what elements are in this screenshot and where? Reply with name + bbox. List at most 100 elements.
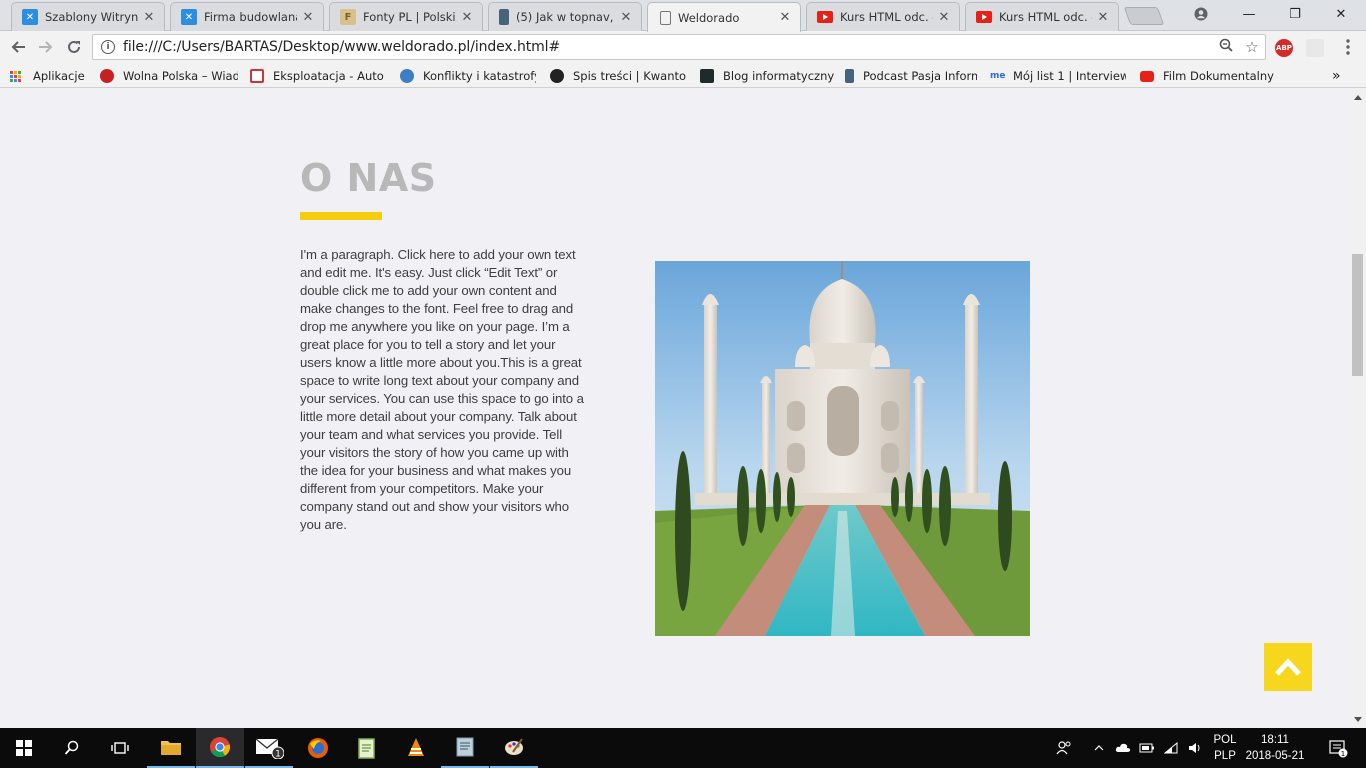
tab-title: Firma budowlana Szablon [204, 10, 297, 24]
info-icon[interactable]: i [101, 40, 115, 54]
tab-title: (5) Jak w topnav, robić [516, 10, 615, 24]
blog-icon [700, 69, 714, 83]
tab-close-button[interactable]: ✕ [619, 10, 633, 25]
bookmark-eksploatacja[interactable]: Eksploatacja - Auto Świat [250, 67, 386, 85]
people-icon[interactable] [1052, 728, 1076, 768]
tab-close-button[interactable]: ✕ [142, 10, 156, 25]
kwantowo-icon [550, 69, 564, 83]
back-button[interactable] [6, 36, 30, 58]
maximize-button[interactable]: ❐ [1272, 0, 1318, 28]
address-url[interactable]: file:///C:/Users/BARTAS/Desktop/www.weld… [123, 39, 1213, 55]
tab-firma-budowlana[interactable]: ✕ Firma budowlana Szablon ✕ [170, 2, 324, 31]
bookmarks-overflow-button[interactable]: » [1332, 67, 1341, 85]
tab-szablony[interactable]: ✕ Szablony Witryn HTML ✕ [11, 2, 165, 31]
youtube-icon [976, 11, 992, 23]
bookmark-podcast[interactable]: Podcast Pasja Informatyki [845, 67, 977, 85]
taskbar-firefox[interactable] [294, 728, 342, 768]
notes-icon [456, 737, 474, 757]
tab-close-button[interactable]: ✕ [778, 10, 792, 25]
action-center-button[interactable]: 1 [1318, 728, 1358, 768]
mail-icon: 1 [255, 738, 284, 759]
address-bar[interactable]: i file:///C:/Users/BARTAS/Desktop/www.we… [92, 34, 1266, 60]
bookmark-label: Podcast Pasja Informatyki [863, 69, 977, 83]
tab-topnav[interactable]: (5) Jak w topnav, robić ✕ [488, 2, 642, 31]
cloud-icon[interactable] [1112, 728, 1134, 768]
bookmark-moj-list[interactable]: me Mój list 1 | Interview [990, 67, 1126, 85]
language-code: POL [1213, 734, 1237, 746]
youtube-icon [817, 11, 833, 23]
minimize-button[interactable]: — [1226, 0, 1272, 28]
taskbar-chrome[interactable] [196, 728, 244, 768]
system-clock[interactable]: 18:11 2018-05-21 [1242, 732, 1308, 764]
wolna-polska-icon [100, 69, 114, 83]
bookmark-film-dokumentalny[interactable]: Film Dokumentalny [1140, 67, 1280, 85]
bookmark-label: Spis treści | Kwantowo [573, 69, 686, 83]
wifi-icon[interactable] [1160, 728, 1182, 768]
scroll-down-arrow-icon[interactable] [1354, 717, 1362, 722]
fonty-icon: F [340, 9, 356, 25]
bookmark-blog-informatyczny[interactable]: Blog informatyczny [700, 67, 834, 85]
zoom-icon[interactable] [1213, 38, 1239, 56]
taskbar-notes[interactable] [441, 728, 489, 768]
wix-icon: ✕ [181, 9, 197, 25]
bookmark-aplikacje[interactable]: Aplikacje [10, 67, 85, 85]
windows-taskbar: 1 POL PLP 18:11 2018-05-21 1 [0, 728, 1366, 768]
bookmark-label: Aplikacje [33, 69, 85, 83]
title-underline [300, 212, 382, 220]
tab-fonty[interactable]: F Fonty PL | Polskie Fonty ✕ [329, 2, 483, 31]
scroll-up-arrow-icon[interactable] [1354, 95, 1362, 100]
taskbar-paint[interactable] [490, 728, 538, 768]
profile-icon[interactable] [1178, 0, 1224, 28]
menu-icon[interactable] [1336, 36, 1360, 58]
clock-time: 18:11 [1261, 734, 1289, 746]
globe-icon [400, 69, 414, 83]
tab-close-button[interactable]: ✕ [937, 10, 951, 25]
file-explorer-icon [161, 741, 181, 755]
bookmarks-bar: Aplikacje Wolna Polska – Wiadomości Eksp… [0, 64, 1366, 88]
bookmark-kwantowo[interactable]: Spis treści | Kwantowo [550, 67, 686, 85]
taskbar-mail[interactable]: 1 [245, 728, 293, 768]
taskbar-vlc[interactable] [392, 728, 440, 768]
back-to-top-button[interactable] [1264, 643, 1312, 691]
star-icon[interactable]: ☆ [1239, 38, 1265, 56]
tab-title: Fonty PL | Polskie Fonty [363, 10, 456, 24]
adblock-plus-icon[interactable]: ABP [1275, 39, 1293, 57]
battery-icon[interactable] [1136, 728, 1158, 768]
close-window-button[interactable]: ✕ [1318, 0, 1364, 28]
search-button[interactable] [48, 728, 96, 768]
tab-close-button[interactable]: ✕ [301, 10, 315, 25]
start-button[interactable] [0, 728, 48, 768]
tab-weldorado[interactable]: Weldorado ✕ [647, 2, 801, 32]
taskbar-notepad-plus[interactable] [343, 728, 391, 768]
wix-icon: ✕ [22, 9, 38, 25]
paint-icon [505, 738, 523, 755]
task-view-button[interactable] [96, 728, 144, 768]
page-scrollbar[interactable] [1350, 89, 1366, 728]
tab-title: Szablony Witryn HTML [45, 10, 138, 24]
tab-kurs-html-1[interactable]: Kurs HTML odc. 4: ✕ [806, 2, 960, 31]
scrollbar-thumb[interactable] [1352, 254, 1363, 376]
extension-icon[interactable] [1306, 39, 1324, 57]
chrome-icon [210, 737, 231, 758]
tab-title: Weldorado [678, 10, 740, 25]
chevron-up-icon [1275, 658, 1301, 676]
input-language-indicator[interactable]: POL PLP [1210, 732, 1240, 764]
tab-close-button[interactable]: ✕ [1096, 10, 1110, 25]
bookmark-konflikty[interactable]: Konflikty i katastrofy [400, 67, 536, 85]
forward-button[interactable] [34, 36, 58, 58]
taskbar-file-explorer[interactable] [147, 728, 195, 768]
volume-icon[interactable] [1184, 728, 1206, 768]
bookmark-icon [499, 9, 509, 25]
new-tab-button[interactable] [1123, 7, 1165, 25]
browser-toolbar: i file:///C:/Users/BARTAS/Desktop/www.we… [0, 31, 1366, 64]
apps-icon [10, 70, 21, 82]
firefox-icon [308, 738, 328, 758]
tab-kurs-html-2[interactable]: Kurs HTML odc. 4: ✕ [965, 2, 1119, 31]
show-hidden-icons-chevron-icon[interactable] [1090, 728, 1108, 768]
bookmark-wolna-polska[interactable]: Wolna Polska – Wiadomości [100, 67, 238, 85]
keyboard-layout-code: PLP [1214, 750, 1236, 762]
notification-badge-count: 1 [1341, 750, 1345, 758]
reload-button[interactable] [62, 36, 86, 58]
tab-title: Kurs HTML odc. 4: [999, 10, 1092, 24]
tab-close-button[interactable]: ✕ [460, 10, 474, 25]
